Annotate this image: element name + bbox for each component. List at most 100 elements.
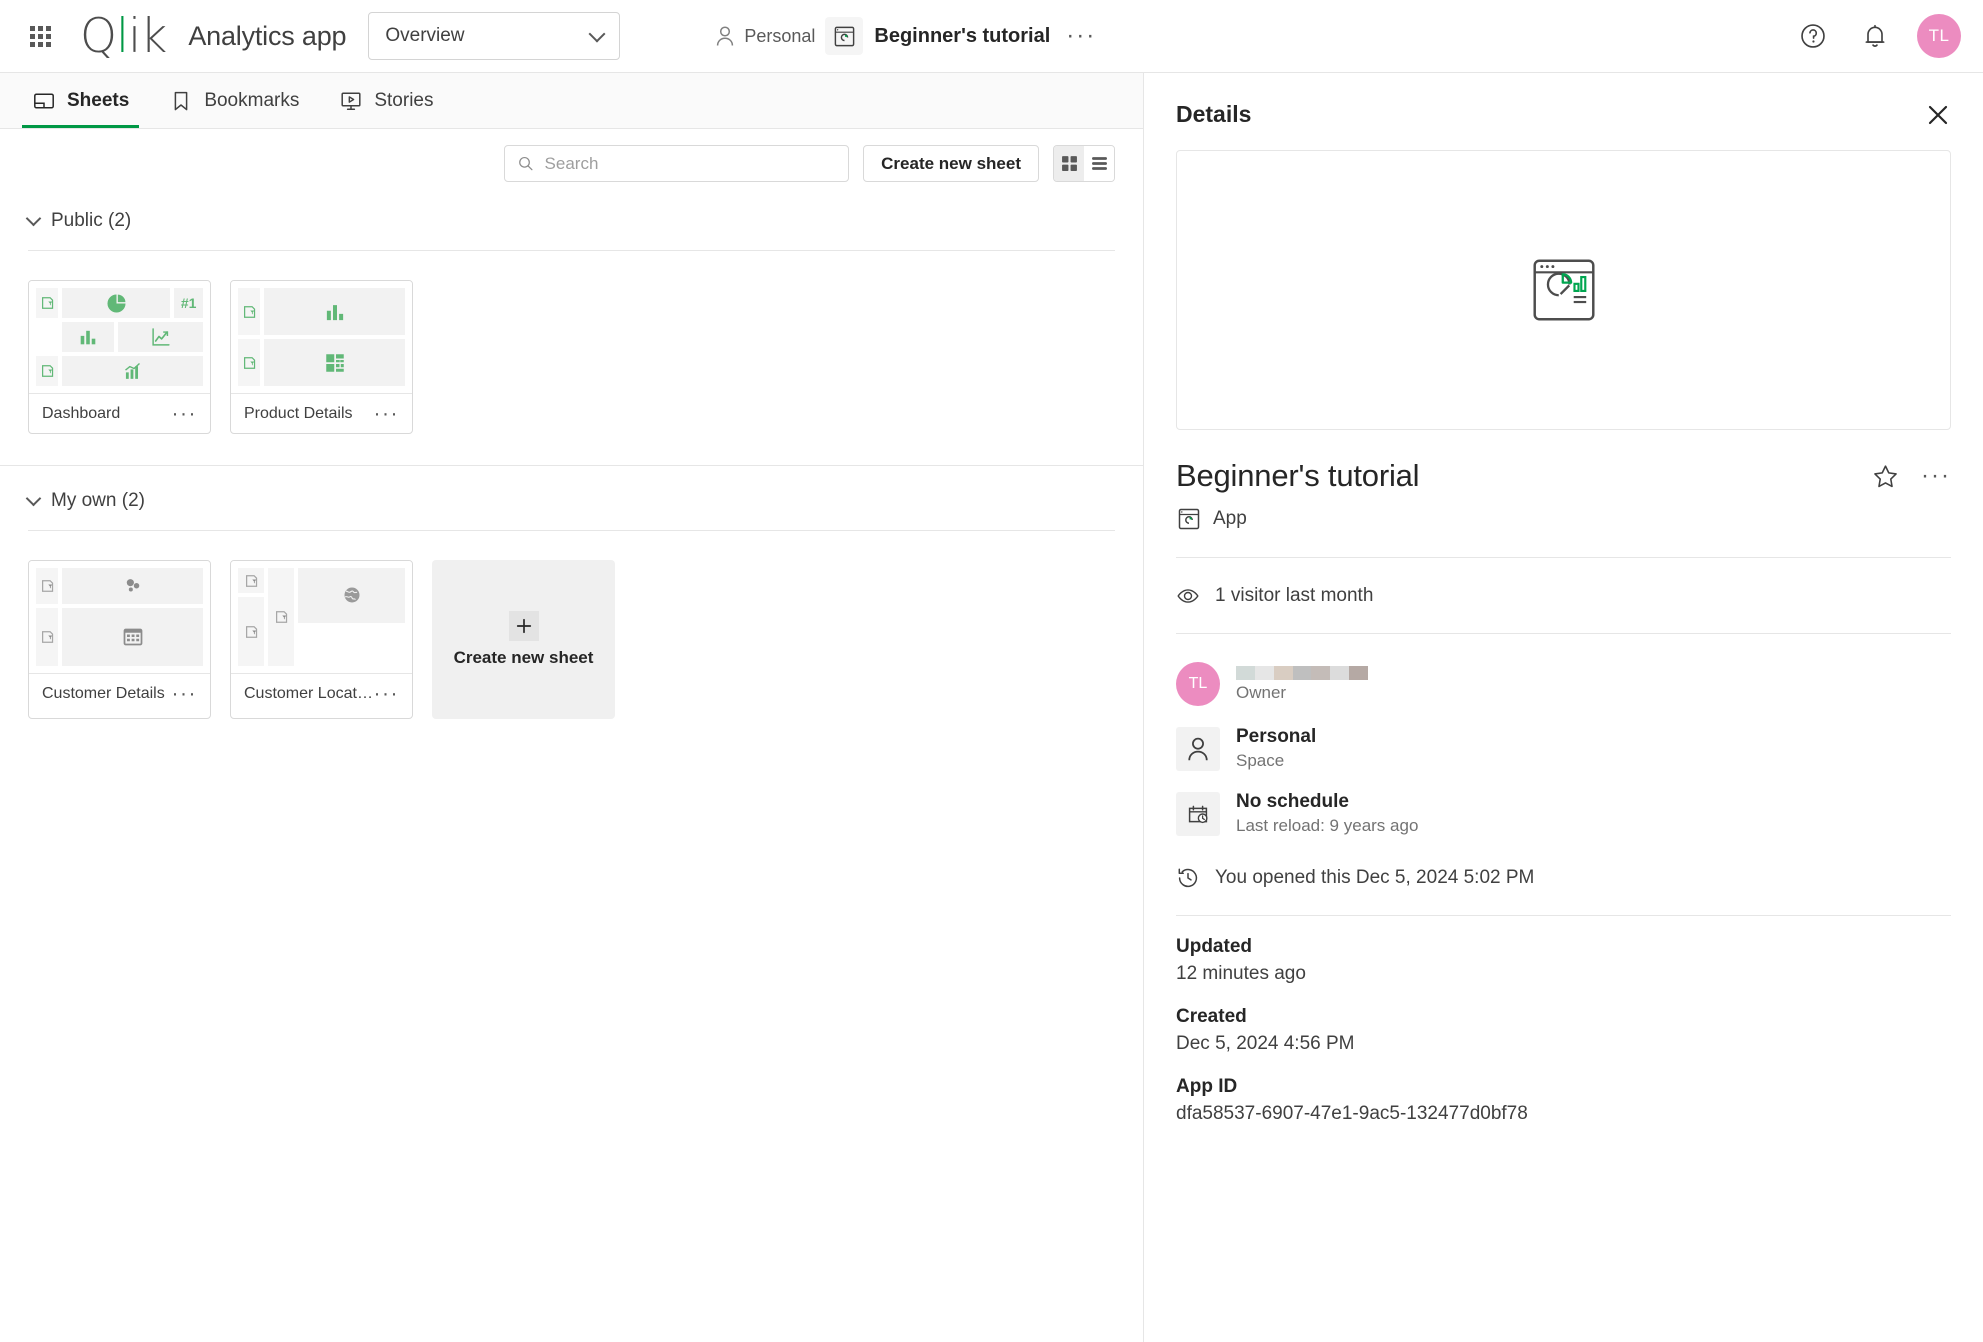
pie-chart-icon — [107, 293, 126, 313]
bar-chart-icon — [326, 304, 343, 320]
scatter-plot-icon — [126, 579, 140, 593]
sheet-card-footer: Customer Location ··· — [231, 673, 412, 713]
tab-sheets[interactable]: Sheets — [12, 73, 149, 128]
sheet-card-footer: Product Details ··· — [231, 393, 412, 433]
section-my-own-header[interactable]: My own (2) — [25, 478, 1115, 524]
chevron-down-icon — [25, 210, 42, 226]
search-box[interactable] — [504, 145, 850, 182]
owner-avatar: TL — [1176, 662, 1220, 706]
logo-l: l — [116, 8, 129, 64]
help-button[interactable] — [1793, 16, 1833, 56]
search-input[interactable] — [544, 153, 837, 174]
section-public-header[interactable]: Public (2) — [25, 198, 1115, 244]
close-details-button[interactable] — [1925, 102, 1951, 128]
chevron-down-icon — [25, 490, 42, 506]
details-fact-value: Dec 5, 2024 4:56 PM — [1176, 1033, 1355, 1054]
app-icon — [1176, 506, 1202, 532]
table-icon — [123, 628, 142, 646]
star-icon — [1874, 464, 1897, 487]
view-selector[interactable]: Overview — [368, 12, 621, 60]
sheet-menu-button[interactable]: ··· — [374, 683, 399, 704]
combo-chart-icon — [125, 362, 140, 379]
tab-sheets-label: Sheets — [67, 89, 130, 111]
sheet-thumbnail: #1 — [29, 281, 210, 393]
details-schedule-name: No schedule — [1236, 791, 1349, 812]
tab-bookmarks-label: Bookmarks — [204, 89, 300, 111]
filterpane-icon — [245, 625, 257, 638]
filter-tile — [238, 339, 260, 386]
details-visitors: 1 visitor last month — [1144, 558, 1983, 608]
sheet-card-dashboard[interactable]: #1 Dashboard ··· — [28, 280, 211, 434]
bar-chart-tile — [264, 288, 405, 335]
details-type-row: App — [1144, 494, 1983, 532]
list-view-button[interactable] — [1084, 146, 1114, 181]
sheet-thumbnail — [231, 281, 412, 393]
breadcrumb-space-label: Personal — [744, 25, 816, 46]
kpi-tile: #1 — [174, 288, 203, 318]
apps-grid-button[interactable] — [18, 14, 62, 58]
qlik-logo[interactable]: Ql ik — [80, 8, 167, 64]
sheet-menu-button[interactable]: ··· — [374, 403, 399, 424]
my-own-sheet-list: Customer Details ··· Customer Location ·… — [28, 531, 1115, 750]
tab-bookmarks[interactable]: Bookmarks — [149, 73, 319, 128]
filter-tile — [36, 607, 58, 666]
section-public: Public (2) #1 Dashboard ··· Product Deta… — [0, 198, 1143, 465]
details-panel: Details Beginner's tutorial ··· App 1 vi… — [1143, 73, 1983, 1342]
details-more-button[interactable]: ··· — [1921, 464, 1951, 488]
treemap-icon — [325, 353, 344, 372]
tab-stories-label: Stories — [374, 89, 434, 111]
app-preview — [1176, 150, 1951, 430]
story-icon — [341, 91, 361, 110]
history-clock-icon — [1178, 868, 1198, 888]
details-space-sub: Space — [1236, 751, 1285, 770]
filterpane-icon — [41, 365, 53, 377]
sheet-menu-button[interactable]: ··· — [172, 403, 197, 424]
details-schedule-row: No schedule Last reload: 9 years ago — [1176, 791, 1951, 836]
sheet-thumbnail — [29, 561, 210, 673]
details-fact-key: App ID — [1176, 1076, 1238, 1097]
details-fact-value: 12 minutes ago — [1176, 963, 1306, 984]
public-sheet-list: #1 Dashboard ··· Product Details ··· — [28, 251, 1115, 465]
filter-tile — [36, 288, 58, 318]
details-fact-key: Created — [1176, 1006, 1247, 1027]
breadcrumb-app[interactable]: Beginner's tutorial — [825, 17, 1050, 55]
filterpane-icon — [41, 297, 53, 309]
pie-chart-tile — [62, 288, 171, 318]
sheet-card-customer-location[interactable]: Customer Location ··· — [230, 560, 413, 719]
app-more-button[interactable]: ··· — [1060, 24, 1102, 48]
eye-icon — [1177, 589, 1199, 603]
section-my-own: My own (2) Customer Details ··· Customer… — [0, 465, 1143, 750]
view-selector-value: Overview — [385, 25, 465, 46]
sheet-menu-button[interactable]: ··· — [172, 683, 197, 704]
details-space-row: Personal Space — [1176, 726, 1951, 771]
sheet-card-product-details[interactable]: Product Details ··· — [230, 280, 413, 434]
sheet-card-customer-details[interactable]: Customer Details ··· — [28, 560, 211, 719]
grid-view-icon — [1061, 156, 1077, 171]
details-fact-value: dfa58537-6907-47e1-9ac5-132477d0bf78 — [1176, 1103, 1528, 1124]
filterpane-icon — [41, 580, 53, 592]
app-kind-label: Analytics app — [188, 20, 347, 51]
top-bar-actions: TL — [1793, 14, 1961, 58]
help-circle-icon — [1801, 24, 1825, 48]
combo-chart-tile — [62, 356, 203, 386]
avatar[interactable]: TL — [1917, 14, 1961, 58]
create-new-sheet-button[interactable]: Create new sheet — [863, 145, 1039, 182]
kpi-value: #1 — [180, 295, 197, 311]
filter-tile — [36, 356, 58, 386]
bell-icon — [1865, 24, 1885, 47]
close-icon — [1928, 105, 1948, 124]
details-space-name: Personal — [1236, 726, 1317, 747]
sheet-name: Dashboard — [42, 404, 121, 422]
details-visitors-label: 1 visitor last month — [1215, 585, 1374, 606]
grid-view-button[interactable] — [1054, 146, 1084, 181]
breadcrumb-space[interactable]: Personal — [715, 25, 815, 47]
create-new-sheet-card-label: Create new sheet — [453, 648, 594, 667]
tab-stories[interactable]: Stories — [319, 73, 453, 128]
favorite-button[interactable] — [1872, 463, 1899, 490]
sheet-thumbnail — [231, 561, 412, 673]
sheets-toolbar: Create new sheet — [0, 129, 1143, 198]
notifications-button[interactable] — [1855, 16, 1895, 56]
details-fact-app-id: App ID dfa58537-6907-47e1-9ac5-132477d0b… — [1176, 1076, 1951, 1125]
logo-q: Q — [80, 8, 117, 64]
create-new-sheet-card[interactable]: Create new sheet — [432, 560, 615, 719]
